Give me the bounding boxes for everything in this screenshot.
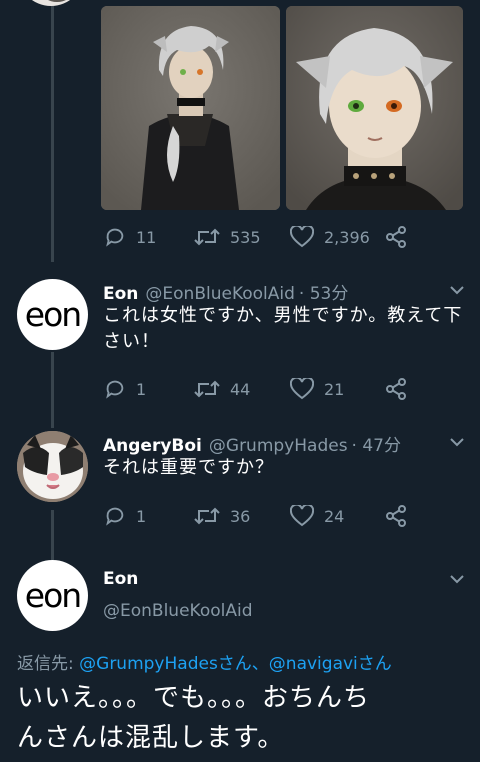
share-icon	[386, 505, 406, 527]
share-button[interactable]	[385, 505, 407, 527]
chevron-down-icon[interactable]	[448, 284, 466, 296]
media-image-2[interactable]	[286, 6, 463, 210]
avatar[interactable]: eon	[17, 560, 88, 631]
chevron-down-icon[interactable]	[448, 573, 466, 585]
reply-to-link[interactable]: @navigaviさん	[269, 654, 392, 674]
like-count: 2,396	[324, 227, 370, 247]
avatar[interactable]	[17, 431, 88, 502]
display-name[interactable]: Eon	[103, 569, 138, 589]
user-handle[interactable]: @GrumpyHades	[209, 436, 348, 456]
reply-icon	[106, 228, 124, 247]
reply-count: 1	[136, 379, 147, 399]
tweet-header: AngeryBoi @GrumpyHades · 47分	[103, 431, 401, 456]
heart-icon	[290, 505, 314, 527]
reply-to-label: 返信先:	[17, 654, 74, 674]
retweet-count: 36	[230, 506, 251, 526]
retweet-count: 535	[230, 227, 261, 247]
display-name[interactable]: AngeryBoi	[103, 436, 202, 456]
like-button[interactable]: 24	[290, 505, 344, 527]
retweet-button[interactable]: 44	[194, 378, 250, 400]
reply-count: 11	[136, 227, 157, 247]
heart-icon	[290, 378, 314, 400]
avatar[interactable]: eon	[17, 279, 88, 350]
retweet-button[interactable]: 36	[194, 505, 250, 527]
reply-to-line: 返信先: @GrumpyHadesさん、@navigaviさん	[17, 649, 392, 674]
like-button[interactable]: 2,396	[290, 226, 370, 248]
user-handle[interactable]: @EonBlueKoolAid	[145, 284, 295, 304]
retweet-icon	[194, 380, 220, 398]
share-icon	[386, 378, 406, 400]
like-button[interactable]: 21	[290, 378, 344, 400]
tweet-header: Eon @EonBlueKoolAid · 53分	[103, 279, 348, 304]
display-name[interactable]: Eon	[103, 284, 138, 304]
reply-to-link[interactable]: @GrumpyHadesさん	[79, 654, 252, 674]
reply-button[interactable]: 11	[104, 226, 156, 248]
avatar[interactable]	[18, 0, 84, 6]
share-icon	[386, 226, 406, 248]
like-count: 21	[324, 379, 345, 399]
reply-icon	[106, 507, 124, 526]
media-image-1[interactable]	[101, 6, 280, 210]
thread-line-mid1	[51, 352, 54, 428]
timestamp[interactable]: · 47分	[352, 431, 401, 456]
heart-icon	[290, 226, 314, 248]
main-tweet-text-line: いいえ。。。でも。。。おちんち	[17, 683, 371, 713]
chevron-down-icon[interactable]	[448, 436, 466, 448]
main-tweet-text: いいえ。。。でも。。。おちんち んさんは混乱します。	[17, 678, 370, 758]
like-count: 24	[324, 506, 345, 526]
share-button[interactable]	[385, 226, 407, 248]
user-handle[interactable]: @EonBlueKoolAid	[103, 601, 253, 621]
reply-button[interactable]: 1	[104, 505, 146, 527]
timestamp[interactable]: · 53分	[299, 279, 348, 304]
reply-icon	[106, 380, 124, 399]
retweet-button[interactable]: 535	[194, 226, 261, 248]
eon-logo: eon	[24, 576, 82, 615]
reply-to-separator: 、	[251, 654, 269, 674]
reply-count: 1	[136, 506, 147, 526]
reply-button[interactable]: 1	[104, 378, 146, 400]
tweet-text: これは女性ですか、男性ですか。教えて下さい！	[103, 305, 463, 352]
thread-line-mid2	[51, 510, 54, 560]
thread-line-top	[51, 0, 54, 262]
retweet-count: 44	[230, 379, 251, 399]
main-tweet-text-line: んさんは混乱します。	[17, 723, 285, 753]
share-button[interactable]	[385, 378, 407, 400]
eon-logo: eon	[24, 295, 82, 334]
retweet-icon	[194, 228, 220, 246]
tweet-text: それは重要ですか？	[103, 457, 274, 478]
retweet-icon	[194, 507, 220, 525]
